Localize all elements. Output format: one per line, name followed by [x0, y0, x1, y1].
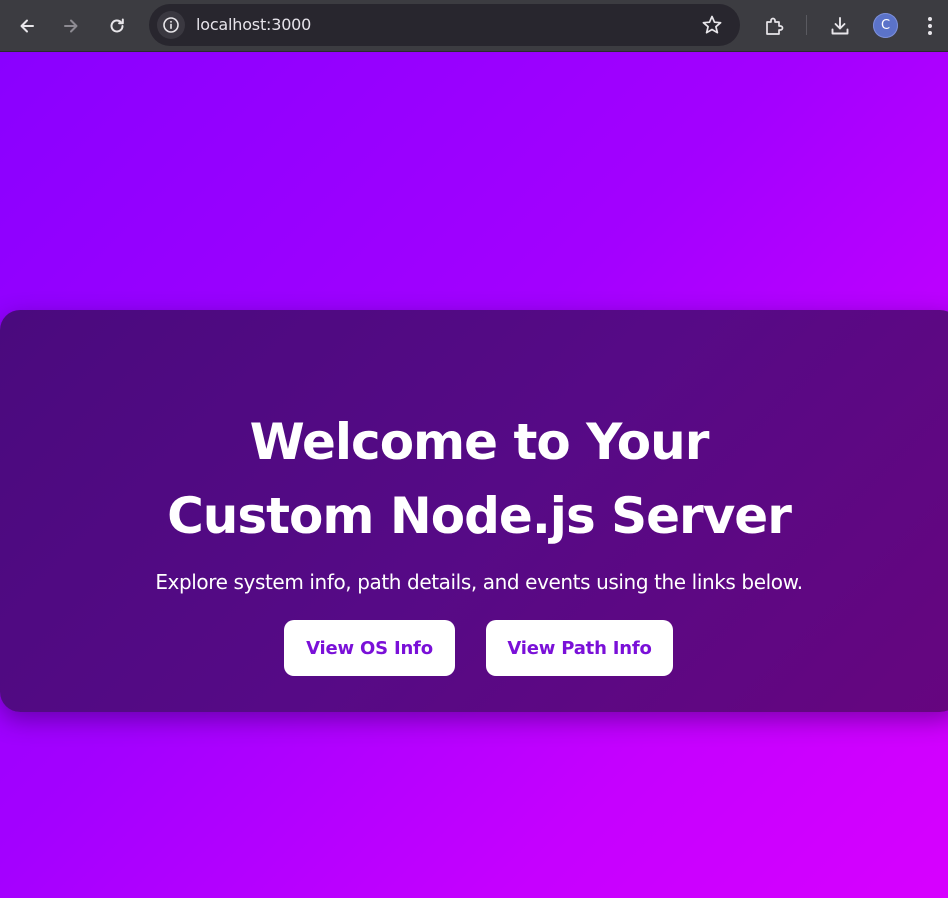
address-bar[interactable]: localhost:3000 [149, 4, 740, 46]
title-line-1: Welcome to Your [249, 413, 710, 471]
downloads-button[interactable] [824, 10, 856, 42]
forward-button[interactable] [55, 10, 87, 42]
reload-button[interactable] [101, 10, 133, 42]
back-button[interactable] [11, 10, 43, 42]
page-subtitle: Explore system info, path details, and e… [155, 570, 803, 594]
url-text[interactable]: localhost:3000 [196, 15, 311, 34]
page-title: Welcome to Your Custom Node.js Server [0, 405, 948, 553]
arrow-right-icon [64, 19, 78, 33]
extensions-button[interactable] [758, 10, 790, 42]
profile-avatar[interactable]: C [873, 13, 898, 38]
arrow-left-icon [20, 19, 34, 33]
browser-toolbar: localhost:3000 C [0, 0, 948, 52]
view-path-info-button[interactable]: View Path Info [486, 620, 673, 676]
title-line-2: Custom Node.js Server [167, 487, 792, 545]
reload-icon [110, 18, 124, 33]
site-info-button[interactable] [157, 11, 185, 39]
view-os-info-button[interactable]: View OS Info [284, 620, 455, 676]
download-icon [831, 17, 849, 35]
puzzle-icon [766, 17, 784, 35]
page-viewport: Welcome to Your Custom Node.js Server Ex… [0, 52, 948, 898]
kebab-menu-icon [928, 17, 932, 35]
star-icon [702, 15, 722, 34]
info-icon [163, 17, 179, 33]
bookmark-button[interactable] [700, 13, 724, 37]
toolbar-divider [806, 15, 807, 35]
hero-card: Welcome to Your Custom Node.js Server Ex… [0, 310, 948, 712]
browser-menu-button[interactable] [914, 10, 946, 42]
